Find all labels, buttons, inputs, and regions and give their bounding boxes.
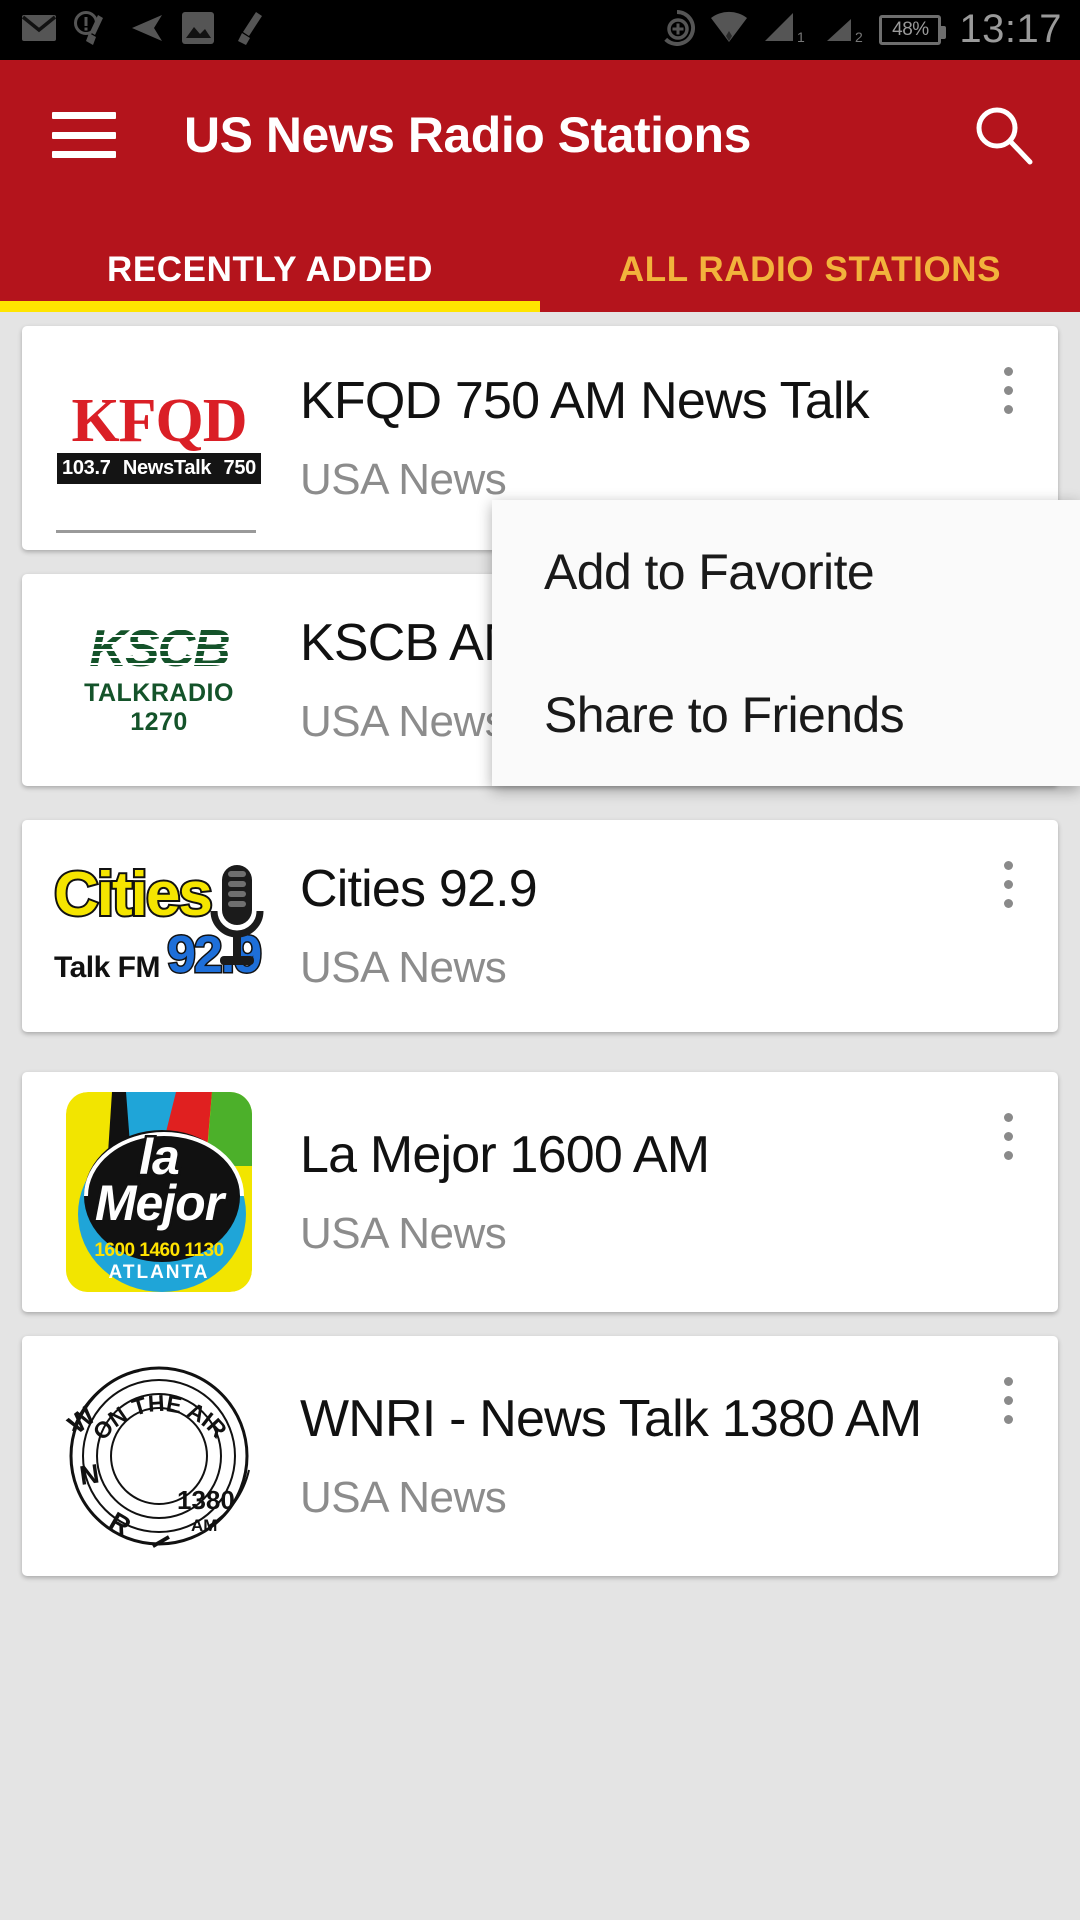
overflow-menu-icon[interactable] [980, 848, 1036, 920]
menu-item-add-to-favorite-label: Add to Favorite [544, 543, 875, 600]
station-subtitle: USA News [300, 1472, 507, 1522]
app-bar: US News Radio Stations [0, 60, 1080, 210]
list-item[interactable]: Cities Talk FM 92.9 Cities 92.9 USA News [22, 820, 1058, 1032]
station-title: Cities 92.9 [300, 860, 538, 919]
kfqd-logo-format: NewsTalk [122, 456, 212, 479]
kscb-logo-word: KSCB [56, 623, 262, 675]
kfqd-logo: KFQD 103.7 NewsTalk 750 [57, 387, 261, 484]
battery-level-text: 48% [892, 19, 929, 40]
tab-bar: RECENTLY ADDED ALL RADIO STATIONS [0, 210, 1080, 312]
kfqd-logo-freq-fm: 103.7 [62, 456, 111, 479]
overflow-menu-icon[interactable] [980, 1364, 1036, 1436]
la-mejor-logo-city: ATLANTA [108, 1262, 210, 1283]
list-item[interactable]: la Mejor 1600 1460 1130 ATLANTA La Mejor… [22, 1072, 1058, 1312]
station-logo: KFQD 103.7 NewsTalk 750 [44, 326, 274, 550]
menu-item-share-to-friends-label: Share to Friends [544, 686, 905, 743]
svg-text:1380: 1380 [177, 1485, 235, 1515]
station-logo: KSCB TALKRADIO 1270 [44, 574, 274, 786]
kfqd-logo-word: KFQD [71, 387, 247, 456]
page-title: US News Radio Stations [184, 107, 751, 163]
kfqd-logo-freq-am: 750 [223, 456, 257, 479]
kscb-logo-sub: TALKRADIO 1270 [84, 679, 234, 736]
station-title: La Mejor 1600 AM [300, 1126, 710, 1185]
context-menu[interactable]: Add to Favorite Share to Friends [492, 500, 1080, 786]
la-mejor-logo-line2: Mejor [92, 1175, 226, 1231]
selection-underline [56, 530, 256, 533]
overflow-menu-icon[interactable] [980, 354, 1036, 426]
station-logo: Cities Talk FM 92.9 [44, 820, 274, 1032]
tab-recently-added[interactable]: RECENTLY ADDED [0, 210, 540, 312]
la-mejor-logo-word: la Mejor [66, 1129, 252, 1231]
status-bar-left-icons [0, 10, 266, 50]
la-mejor-logo-line1: la [137, 1129, 183, 1185]
station-logo: la Mejor 1600 1460 1130 ATLANTA [44, 1072, 274, 1312]
station-subtitle: USA News [300, 454, 507, 504]
la-mejor-logo-freq: 1600 1460 1130 [94, 1240, 224, 1261]
broom-icon [232, 11, 266, 50]
email-icon [21, 14, 57, 46]
svg-text:1: 1 [797, 29, 805, 45]
signal-2-icon: 2 [821, 11, 865, 50]
svg-text:I: I [146, 1531, 176, 1551]
tab-indicator [0, 301, 540, 312]
kscb-logo: KSCB TALKRADIO 1270 [56, 623, 262, 737]
svg-text:N: N [78, 1459, 101, 1491]
photo-icon [182, 11, 214, 49]
overflow-menu-icon[interactable] [980, 1100, 1036, 1172]
list-item[interactable]: ON THE AIR W N R I 1380 AM WNRI - News T… [22, 1336, 1058, 1576]
battery-icon: 48% [879, 15, 947, 45]
signal-1-icon: 1 [763, 11, 807, 50]
search-icon[interactable] [968, 100, 1038, 170]
station-subtitle: USA News [300, 1208, 507, 1258]
station-title: KFQD 750 AM News Talk [300, 372, 870, 431]
tab-recently-added-label: RECENTLY ADDED [106, 250, 434, 289]
cities-logo: Cities Talk FM 92.9 [52, 862, 264, 986]
svg-text:2: 2 [855, 29, 863, 45]
station-logo: ON THE AIR W N R I 1380 AM [44, 1336, 274, 1576]
menu-item-add-to-favorite[interactable]: Add to Favorite [492, 500, 1080, 643]
location-add-icon [659, 9, 696, 51]
tab-all-radio-stations[interactable]: ALL RADIO STATIONS [540, 210, 1080, 312]
menu-item-share-to-friends[interactable]: Share to Friends [492, 643, 1080, 786]
wifi-icon [709, 11, 749, 50]
clock-text: 13:17 [959, 6, 1062, 51]
microphone-icon [206, 861, 268, 978]
cities-logo-talk: Talk FM [54, 950, 160, 984]
status-bar-right-icons: 1 2 48% 13:17 [659, 7, 1080, 54]
la-mejor-logo: la Mejor 1600 1460 1130 ATLANTA [66, 1092, 252, 1292]
hamburger-icon[interactable] [52, 112, 116, 158]
station-subtitle: USA News [300, 942, 507, 992]
tab-all-radio-stations-label: ALL RADIO STATIONS [618, 250, 1002, 289]
back-arrow-icon [128, 13, 164, 48]
wnri-logo: ON THE AIR W N R I 1380 AM [59, 1361, 259, 1553]
alert-broom-icon [74, 10, 110, 50]
kfqd-logo-bar: 103.7 NewsTalk 750 [57, 452, 261, 484]
status-bar: 1 2 48% 13:17 [0, 0, 1080, 60]
svg-text:AM: AM [191, 1516, 217, 1535]
station-title: WNRI - News Talk 1380 AM [300, 1390, 922, 1449]
